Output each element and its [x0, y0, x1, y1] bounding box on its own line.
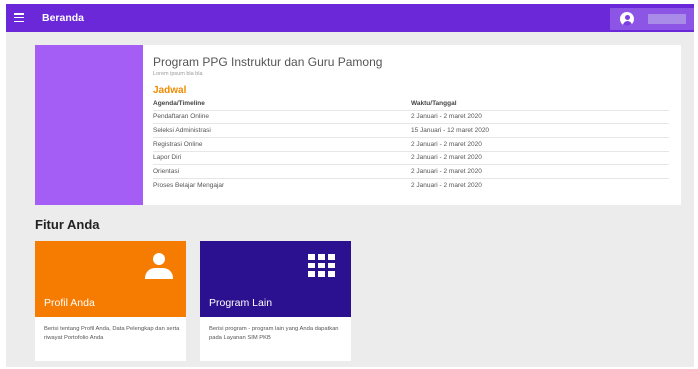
agenda-cell: Proses Belajar Mengajar [153, 182, 225, 190]
program-details: Program PPG Instruktur dan Guru Pamong L… [153, 55, 673, 192]
table-row: Lapor Diri 2 Januari - 2 maret 2020 [153, 151, 669, 166]
other-program-feature-card[interactable]: Program Lain Berisi program - program la… [200, 241, 351, 361]
schedule-heading: Jadwal [153, 85, 187, 96]
person-icon [145, 253, 173, 279]
other-program-card-title: Program Lain [209, 297, 273, 309]
table-row: Registrasi Online 2 Januari - 2 maret 20… [153, 137, 669, 152]
table-row: Proses Belajar Mengajar 2 Januari - 2 ma… [153, 178, 669, 192]
agenda-cell: Lapor Diri [153, 151, 411, 166]
apps-grid-icon [308, 254, 336, 277]
table-row: Orientasi 2 Januari - 2 maret 2020 [153, 164, 669, 179]
user-menu[interactable] [610, 8, 694, 30]
schedule-table: Agenda/Timeline Waktu/Tanggal Pendaftara… [153, 98, 669, 192]
account-circle-icon[interactable] [620, 12, 634, 26]
table-row: Pendaftaran Online 2 Januari - 2 maret 2… [153, 110, 669, 125]
agenda-cell: Orientasi [153, 164, 411, 179]
app-frame: Beranda Program PPG Instruktur dan Guru … [6, 4, 694, 367]
program-title: Program PPG Instruktur dan Guru Pamong [153, 55, 383, 69]
app-title: Beranda [42, 12, 85, 24]
column-header-agenda: Agenda/Timeline [153, 98, 411, 111]
table-header-row: Agenda/Timeline Waktu/Tanggal [153, 98, 669, 111]
program-thumbnail [35, 45, 143, 205]
profile-card-description: Berisi tentang Profil Anda, Data Pelengk… [44, 326, 180, 341]
date-cell: 2 Januari - 2 maret 2020 [411, 164, 669, 179]
top-app-bar: Beranda [6, 4, 694, 32]
agenda-cell: Registrasi Online [153, 137, 411, 152]
menu-icon[interactable] [14, 13, 24, 22]
profile-card-header[interactable]: Profil Anda [35, 241, 186, 317]
date-cell: 2 Januari - 2 maret 2020 [411, 151, 669, 166]
program-info-card: Program PPG Instruktur dan Guru Pamong L… [35, 45, 681, 205]
other-program-card-description: Berisi program - program lain yang Anda … [209, 326, 339, 341]
profile-card-title: Profil Anda [44, 297, 95, 309]
table-row: Seleksi Administrasi 15 Januari - 12 mar… [153, 123, 669, 138]
agenda-cell: Pendaftaran Online [153, 110, 411, 125]
user-name-redacted [648, 14, 686, 24]
program-subtitle: Lorem ipsum bla bla [153, 71, 203, 77]
other-program-card-header[interactable]: Program Lain [200, 241, 351, 317]
agenda-cell: Seleksi Administrasi [153, 123, 411, 138]
date-cell: 2 Januari - 2 maret 2020 [411, 137, 669, 152]
features-section-title: Fitur Anda [35, 217, 100, 232]
profile-feature-card[interactable]: Profil Anda Berisi tentang Profil Anda, … [35, 241, 186, 361]
date-cell: 15 Januari - 12 maret 2020 [411, 123, 669, 138]
date-cell: 2 Januari - 2 maret 2020 [411, 110, 669, 125]
column-header-date: Waktu/Tanggal [411, 98, 669, 111]
date-cell: 2 Januari - 2 maret 2020 [411, 182, 482, 190]
